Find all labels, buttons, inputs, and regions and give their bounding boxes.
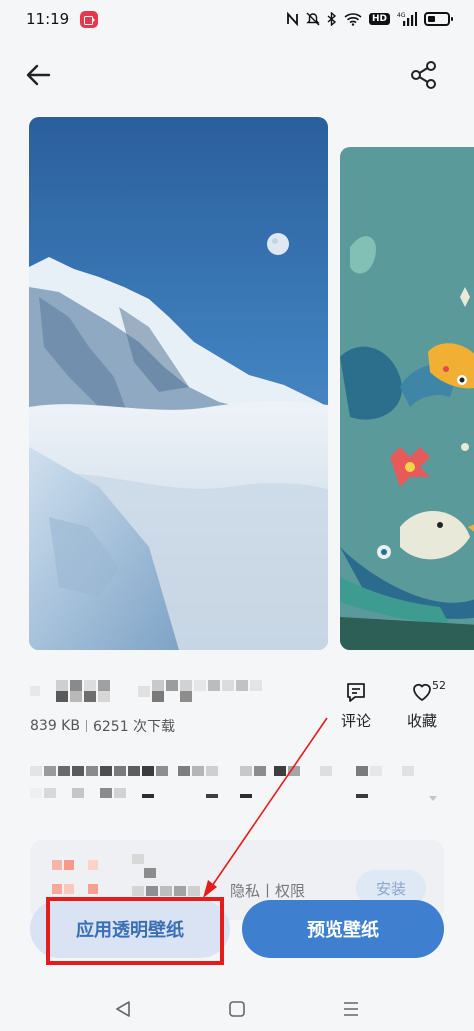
- comment-button[interactable]: 评论: [330, 680, 382, 731]
- system-nav-bar: [0, 985, 474, 1031]
- back-triangle-icon: [116, 1001, 130, 1017]
- meta-divider: [85, 720, 87, 732]
- back-arrow-icon: [26, 64, 51, 86]
- description-mosaic-block: [30, 766, 414, 798]
- share-button[interactable]: [406, 57, 442, 93]
- status-icons: HD 4G: [286, 9, 453, 29]
- download-count: 6251 次下载: [92, 719, 176, 735]
- favorite-label: 收藏: [406, 712, 437, 730]
- wallpaper-description-redacted: [30, 764, 440, 814]
- mountain-wallpaper-image: [29, 117, 328, 650]
- expand-chevron-icon[interactable]: [428, 795, 438, 803]
- birds-wallpaper-image: [340, 147, 474, 650]
- privacy-permissions-link[interactable]: 隐私丨权限: [230, 880, 305, 901]
- favorite-count: 52: [432, 679, 446, 692]
- nav-back-button[interactable]: [108, 995, 138, 1023]
- screen-record-icon: [80, 11, 98, 28]
- bluetooth-icon: [327, 12, 337, 26]
- wallpaper-meta: 839 KB 6251 次下载: [30, 716, 175, 736]
- wifi-icon: [344, 13, 362, 26]
- status-time: 11:19: [26, 10, 70, 28]
- nav-home-button[interactable]: [222, 995, 252, 1023]
- wallpaper-title-redacted: [30, 680, 270, 702]
- mute-icon: [306, 12, 320, 26]
- hd-icon: HD: [368, 13, 390, 25]
- mosaic-block: [30, 680, 262, 702]
- nfc-icon: [287, 12, 298, 26]
- share-icon: [411, 61, 436, 89]
- apply-transparent-wallpaper-button[interactable]: 应用透明壁纸: [30, 900, 230, 958]
- wallpaper-preview-next[interactable]: [340, 147, 474, 650]
- file-size: 839 KB: [30, 718, 80, 734]
- network-type-text: 4G: [397, 12, 406, 19]
- menu-lines-icon: [344, 1002, 358, 1016]
- back-button[interactable]: [22, 58, 56, 92]
- preview-wallpaper-button[interactable]: 预览壁纸: [242, 900, 444, 958]
- battery-icon: [424, 12, 453, 26]
- wallpaper-preview-main[interactable]: [29, 117, 328, 650]
- comment-label: 评论: [340, 712, 371, 730]
- status-bar: 11:19 HD 4G: [0, 0, 474, 40]
- app-info-redacted: [52, 854, 200, 896]
- home-square-icon: [229, 1001, 245, 1017]
- nav-menu-button[interactable]: [336, 995, 366, 1023]
- comment-icon: [347, 683, 365, 702]
- heart-icon: [413, 683, 431, 701]
- signal-4g-icon: 4G: [397, 12, 417, 26]
